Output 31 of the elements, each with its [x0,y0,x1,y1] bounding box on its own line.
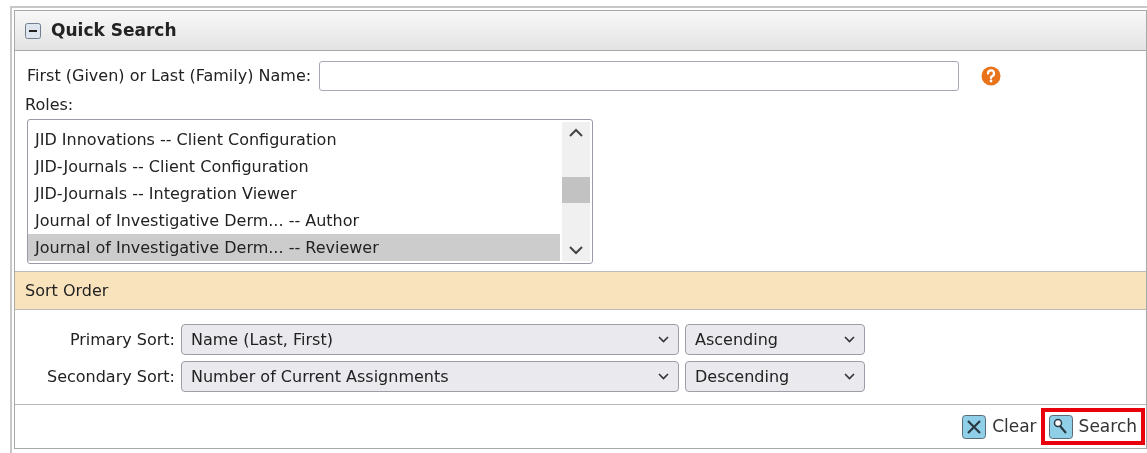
sort-label: Secondary Sort: [46,365,175,388]
role-option[interactable]: Journal of Investigative Derm... -- Reviewer [28,234,560,261]
panel-title: Quick Search [51,18,177,42]
sort-label: Primary Sort: [68,328,175,351]
roles-listbox[interactable]: JID Innovations -- Client Configuration JID-Journals -- Client Configuration JID-Journals -- Integration Viewer Journal of Investigative Derm... -- Author Journal of Investigative Derm... -- Reviewer [27,119,593,264]
roles-label: Roles: [25,94,75,116]
role-option[interactable]: JID-Journals -- Client Configuration [28,153,560,180]
dropdown-caret-icon [658,336,669,343]
dropdown-caret-icon [844,336,855,343]
sort-direction-select[interactable]: Ascending [685,324,865,355]
collapse-icon[interactable] [25,22,41,39]
sort-field-select[interactable]: Name (Last, First) [181,324,679,355]
scrollbar[interactable] [562,122,590,261]
sort-order-header: Sort Order [15,271,1146,310]
name-input-field[interactable] [319,61,960,91]
scroll-down-icon[interactable] [569,246,583,255]
role-option[interactable]: JID-Journals -- Integration Viewer [28,180,560,207]
dropdown-caret-icon [658,373,669,380]
role-option[interactable]: Journal of Investigative Derm... -- Author [28,207,560,234]
search-button[interactable]: Search [1044,411,1141,442]
sort-field-select[interactable]: Number of Current Assignments [181,361,679,392]
clear-button[interactable]: Clear [958,411,1041,442]
close-icon [962,414,987,439]
name-label: First (Given) or Last (Family) Name: [27,65,312,87]
role-option[interactable]: JID Innovations -- Client Configuration [28,126,560,153]
sort-direction-select[interactable]: Descending [685,361,865,392]
scroll-up-icon[interactable] [569,128,583,137]
scrollbar-thumb[interactable] [562,177,590,203]
dropdown-caret-icon [844,373,855,380]
help-icon[interactable] [981,66,1002,86]
search-icon [1048,414,1073,439]
